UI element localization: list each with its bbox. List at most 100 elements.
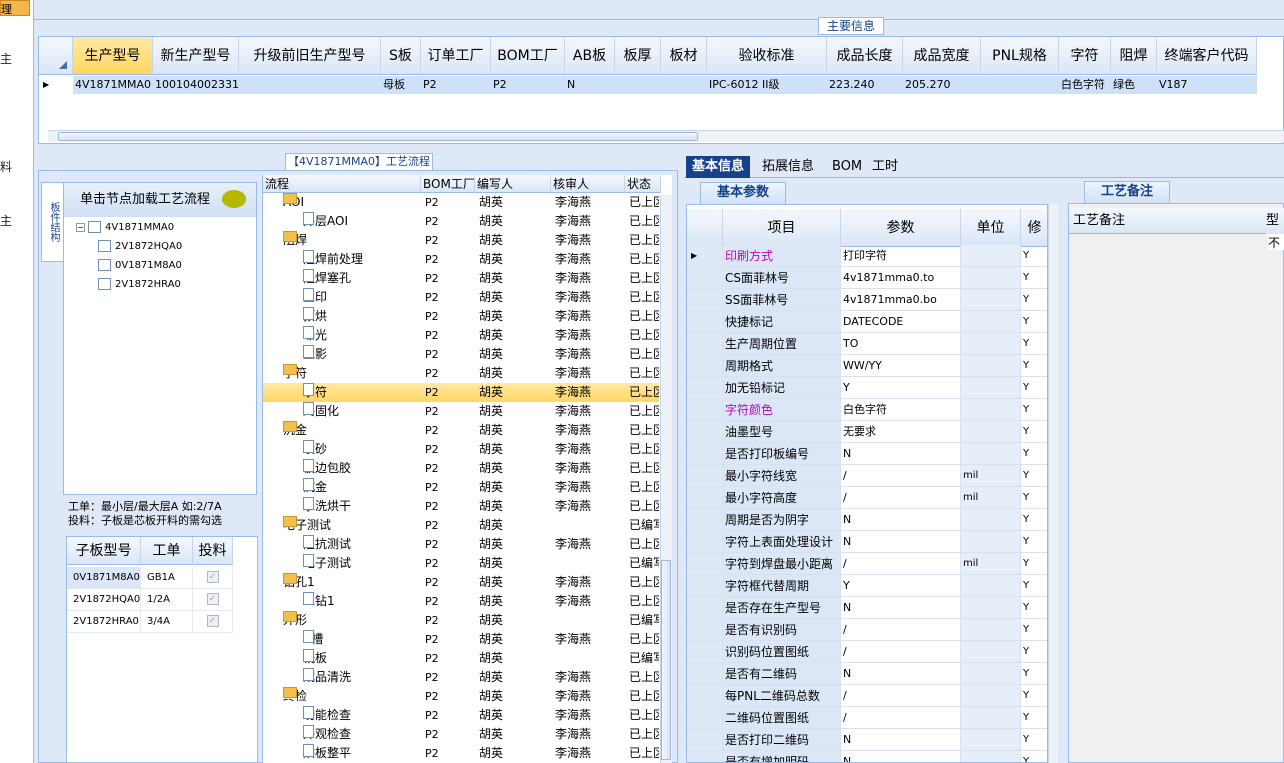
flow-row[interactable]: 水洗烘干 P2 胡英 李海燕 已上区 <box>263 497 659 516</box>
tree-node[interactable]: 2V1872HQA0 <box>98 240 182 254</box>
flow-row[interactable]: V槽 P2 胡英 李海燕 已上区 <box>263 630 659 649</box>
param-value[interactable]: N <box>841 443 961 465</box>
tab-2[interactable]: BOM <box>826 156 868 178</box>
left-nav-item[interactable]: 主 <box>0 212 12 229</box>
tab-1[interactable]: 拓展信息 <box>756 156 820 178</box>
param-row[interactable]: 二维码位置图纸 / Y <box>687 707 1047 729</box>
feed-checkbox[interactable]: ✓ <box>206 593 219 605</box>
left-nav-item[interactable]: 料 <box>0 158 12 175</box>
param-value[interactable]: N <box>841 597 961 619</box>
param-row[interactable]: CS面菲林号 4v1871mma0.to Y <box>687 267 1047 289</box>
flow-row[interactable]: 功能检查 P2 胡英 李海燕 已上区 <box>263 706 659 725</box>
param-value[interactable]: 4v1871mma0.to <box>841 267 961 289</box>
tab-0[interactable]: 基本信息 <box>686 156 751 178</box>
param-row[interactable]: 每PNL二维码总数 / Y <box>687 685 1047 707</box>
flow-row[interactable]: 二钻1 P2 胡英 李海燕 已上区 <box>263 592 659 611</box>
param-row[interactable]: 字符上表面处理设计 N Y <box>687 531 1047 553</box>
param-row[interactable]: 字符框代替周期 Y Y <box>687 575 1047 597</box>
param-value[interactable]: / <box>841 641 961 663</box>
column-header[interactable]: 阻焊 <box>1111 37 1157 75</box>
tab-3[interactable]: 工时 <box>866 156 904 178</box>
feed-checkbox[interactable]: ✓ <box>206 615 219 627</box>
param-value[interactable]: 白色字符 <box>841 399 961 421</box>
param-value[interactable]: N <box>841 751 961 762</box>
param-value[interactable]: 打印字符 <box>841 245 961 267</box>
flow-row[interactable]: −AOI P2 胡英 李海燕 已上区 <box>263 193 659 212</box>
param-value[interactable]: / <box>841 685 961 707</box>
left-nav-item[interactable]: 主 <box>0 50 12 67</box>
column-header[interactable]: S板 <box>381 37 421 75</box>
column-header[interactable]: 投料 <box>193 537 233 565</box>
column-header[interactable]: 成品长度 <box>827 37 903 75</box>
comment-bubble-icon[interactable] <box>222 190 246 208</box>
main-info-grid[interactable]: 生产型号 新生产型号 升级前旧生产型号 S板 订单工厂 BOM工厂 AB板 板厚 板材 验收标准成… <box>38 36 1284 144</box>
basic-params-grid[interactable]: 项目 参数 单位修 ▶ 印刷方式 打印字符 Y CS面菲林号 4v1871mma0.to Y SS面… <box>686 204 1048 763</box>
param-value[interactable]: N <box>841 729 961 751</box>
main-grid-hscroll-thumb[interactable] <box>58 132 698 141</box>
param-row[interactable]: ▶ 印刷方式 打印字符 Y <box>687 245 1047 267</box>
param-value[interactable]: 无要求 <box>841 421 961 443</box>
column-header[interactable]: 新生产型号 <box>153 37 239 75</box>
param-row[interactable]: 是否打印板编号 N Y <box>687 443 1047 465</box>
flow-row[interactable]: 字符 P2 胡英 李海燕 已上区 <box>263 383 659 402</box>
param-value[interactable]: 4v1871mma0.bo <box>841 289 961 311</box>
flow-row[interactable]: −沉金 P2 胡英 李海燕 已上区 <box>263 421 659 440</box>
notes-tab[interactable]: 工艺备注 <box>1084 181 1170 203</box>
param-row[interactable]: 字符到焊盘最小距离 / mil Y <box>687 553 1047 575</box>
flow-row[interactable]: 阻抗测试 P2 胡英 李海燕 已上区 <box>263 535 659 554</box>
column-header[interactable]: AB板 <box>565 37 615 75</box>
flow-row[interactable]: −阻焊 P2 胡英 李海燕 已上区 <box>263 231 659 250</box>
basic-params-tab[interactable]: 基本参数 <box>700 182 786 204</box>
column-header[interactable]: 单位 <box>961 209 1021 247</box>
flow-row[interactable]: 电子测试 P2 胡英 已编写 <box>263 554 659 573</box>
column-header[interactable]: 子板型号 <box>67 537 141 565</box>
param-row[interactable]: 最小字符高度 / mil Y <box>687 487 1047 509</box>
flow-row[interactable]: 丝印 P2 胡英 李海燕 已上区 <box>263 288 659 307</box>
param-row[interactable]: SS面菲林号 4v1871mma0.bo Y <box>687 289 1047 311</box>
flow-row[interactable]: 显影 P2 胡英 李海燕 已上区 <box>263 345 659 364</box>
param-value[interactable]: Y <box>841 575 961 597</box>
column-header[interactable]: PNL规格 <box>981 37 1059 75</box>
flow-row[interactable]: 外观检查 P2 胡英 李海燕 已上区 <box>263 725 659 744</box>
param-row[interactable]: 周期格式 WW/YY Y <box>687 355 1047 377</box>
column-header[interactable]: 成品宽度 <box>903 37 981 75</box>
column-header[interactable]: 订单工厂 <box>421 37 491 75</box>
flow-row[interactable]: 沉金 P2 胡英 李海燕 已上区 <box>263 478 659 497</box>
column-header[interactable]: 验收标准 <box>707 37 827 75</box>
column-header[interactable]: 状态 <box>625 175 661 193</box>
param-row[interactable]: 快捷标记 DATECODE Y <box>687 311 1047 333</box>
column-header[interactable]: 终端客户代码 <box>1157 37 1257 75</box>
param-value[interactable]: N <box>841 531 961 553</box>
column-header[interactable]: 编写人 <box>475 175 551 193</box>
flow-grid[interactable]: 流程BOM工厂编写人核审人状态−AOIP2胡英李海燕已上区外层AOIP2胡英李海… <box>262 175 672 763</box>
param-value[interactable]: / <box>841 487 961 509</box>
sub-board-grid[interactable]: 子板型号 工单 投料 0V1871M8A0 GB1A ✓ 2V1872HQA0 1/2A ✓ 2V… <box>66 536 258 763</box>
param-value[interactable]: / <box>841 619 961 641</box>
param-row[interactable]: 生产周期位置 TO Y <box>687 333 1047 355</box>
flow-row[interactable]: −钻孔1 P2 胡英 李海燕 已上区 <box>263 573 659 592</box>
tree-node[interactable]: 0V1871M8A0 <box>98 259 182 273</box>
column-header[interactable]: 板厚 <box>615 37 661 75</box>
flow-row[interactable]: 阻焊塞孔 P2 胡英 李海燕 已上区 <box>263 269 659 288</box>
param-value[interactable]: N <box>841 509 961 531</box>
column-header[interactable]: 流程 <box>263 175 421 193</box>
column-header[interactable]: 升级前旧生产型号 <box>239 37 381 75</box>
column-header[interactable]: 修 <box>1021 209 1047 247</box>
tree-node[interactable]: − 4V1871MMA0 <box>76 221 174 235</box>
flow-row[interactable]: 喷砂 P2 胡英 李海燕 已上区 <box>263 440 659 459</box>
flow-row[interactable]: 铣板 P2 胡英 已编写 <box>263 649 659 668</box>
flow-row[interactable]: 成品清洗 P2 胡英 李海燕 已上区 <box>263 668 659 687</box>
param-row[interactable]: 最小字符线宽 / mil Y <box>687 465 1047 487</box>
param-row[interactable]: 是否有增加明码 N Y <box>687 751 1047 762</box>
param-value[interactable]: Y <box>841 377 961 399</box>
param-value[interactable]: / <box>841 465 961 487</box>
column-header[interactable]: 项目 <box>723 209 841 247</box>
param-row[interactable]: 是否打印二维码 N Y <box>687 729 1047 751</box>
flow-row[interactable]: 烘板整平 P2 胡英 李海燕 已上区 <box>263 744 659 763</box>
param-row[interactable]: 识别码位置图纸 / Y <box>687 641 1047 663</box>
tree-node[interactable]: 2V1872HRA0 <box>98 278 181 292</box>
param-value[interactable]: WW/YY <box>841 355 961 377</box>
flow-row[interactable]: −终检 P2 胡英 李海燕 已上区 <box>263 687 659 706</box>
flow-row[interactable]: −字符 P2 胡英 李海燕 已上区 <box>263 364 659 383</box>
flow-row[interactable]: 外层AOI P2 胡英 李海燕 已上区 <box>263 212 659 231</box>
